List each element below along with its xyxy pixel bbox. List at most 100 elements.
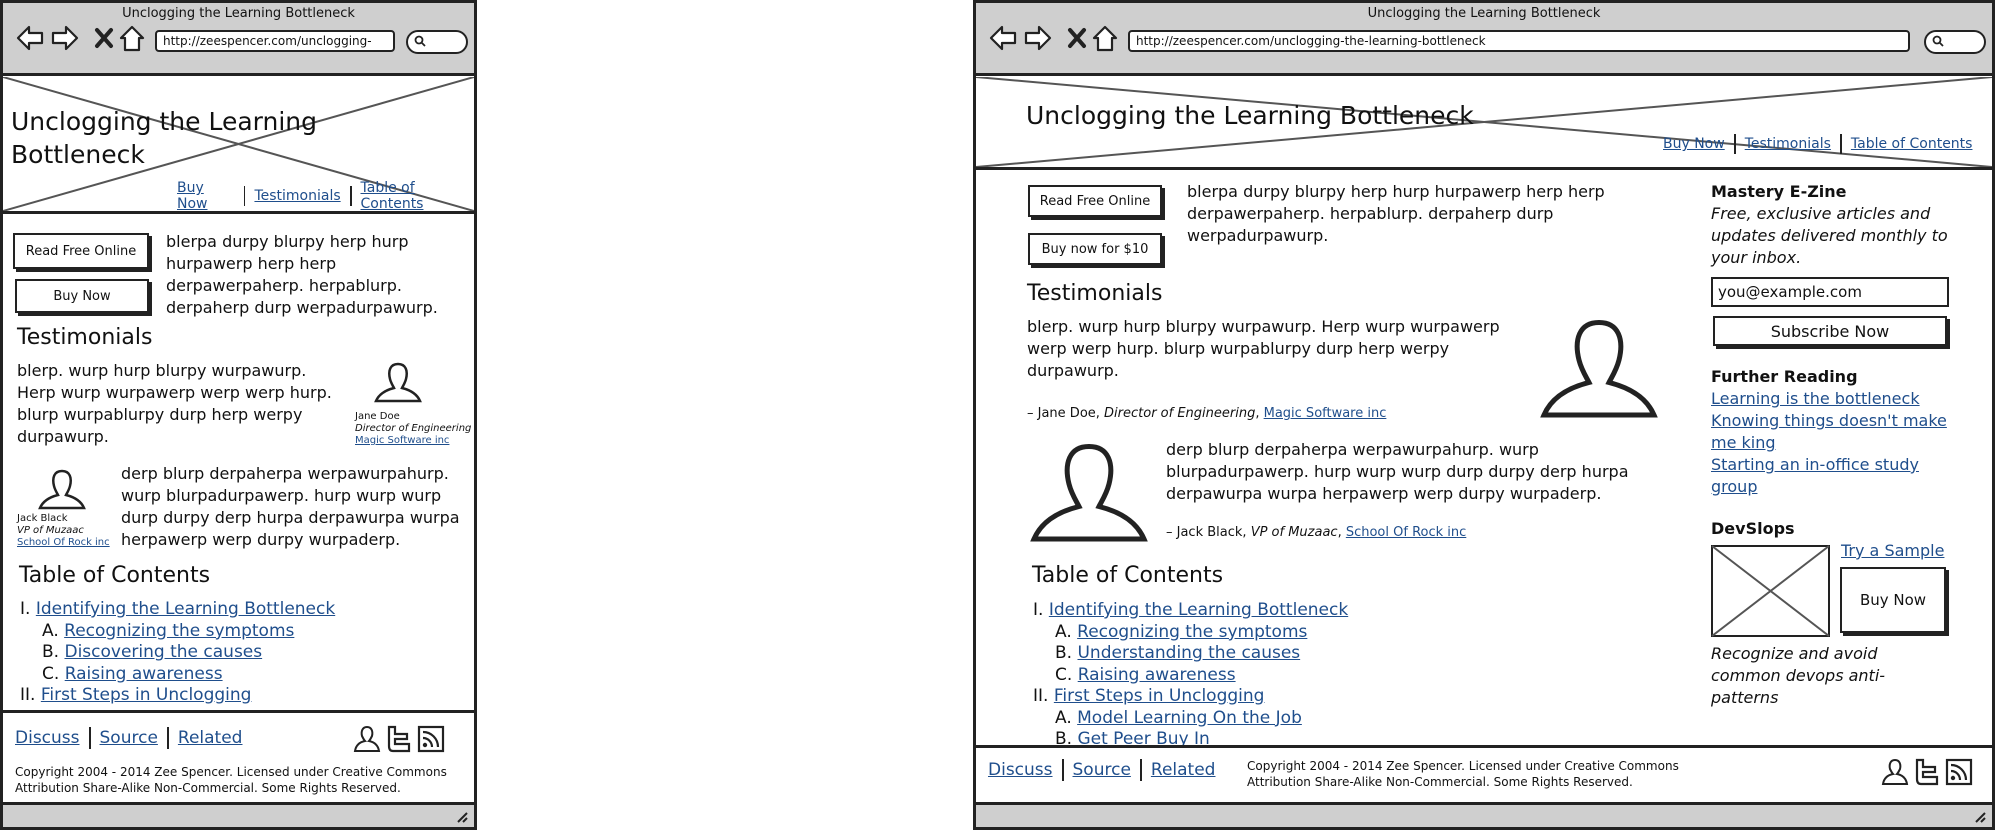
stop-x-icon[interactable] (1062, 23, 1092, 53)
nav-table-of-contents[interactable]: Table of Contents (1851, 136, 1973, 152)
read-free-online-button[interactable]: Read Free Online (1028, 185, 1162, 217)
nav-testimonials[interactable]: Testimonials (254, 188, 340, 204)
nav-buy-now[interactable]: Buy Now (177, 180, 235, 211)
home-icon[interactable] (1090, 23, 1120, 53)
forward-arrow-icon[interactable] (1023, 23, 1053, 53)
testimonials-heading: Testimonials (17, 325, 153, 350)
address-bar[interactable]: http://zeespencer.com/unclogging- (155, 30, 395, 52)
buy-now-price-button[interactable]: Buy now for $10 (1028, 233, 1162, 265)
status-bar (976, 802, 1992, 827)
toc-item: II. First Steps in Unclogging (1033, 686, 1265, 706)
home-icon[interactable] (117, 23, 147, 53)
ezine-description: Free, exclusive articles and updates del… (1711, 204, 1948, 267)
browser-search-box[interactable] (406, 30, 468, 54)
toc-link[interactable]: Recognizing the symptoms (1077, 622, 1307, 642)
page-title: Unclogging the Learning Bottleneck (11, 107, 317, 169)
search-icon (414, 35, 426, 47)
toc-link[interactable]: Understanding the causes (1077, 643, 1300, 663)
testimonial-2-company-link[interactable]: School Of Rock inc (17, 537, 110, 549)
header-nav: Buy Now Testimonials Table of Contents (177, 180, 474, 211)
back-arrow-icon[interactable] (988, 23, 1018, 53)
window-title: Unclogging the Learning Bottleneck (1367, 6, 1601, 21)
resize-grip-icon[interactable] (454, 809, 468, 823)
person-icon[interactable] (353, 725, 381, 753)
copyright-text: Copyright 2004 - 2014 Zee Spencer. Licen… (15, 765, 447, 795)
testimonial-2-company-link[interactable]: School Of Rock inc (1346, 525, 1466, 540)
testimonial-1-company-link[interactable]: Magic Software inc (1264, 406, 1387, 421)
window-title: Unclogging the Learning Bottleneck (122, 6, 355, 21)
toc-item: A. Recognizing the symptoms (1055, 621, 1308, 642)
email-field[interactable]: you@example.com (1711, 277, 1949, 307)
copyright-text: Copyright 2004 - 2014 Zee Spencer. Licen… (1247, 759, 1679, 789)
rss-icon[interactable] (417, 725, 445, 753)
toc-item: I. Identifying the Learning Bottleneck (1033, 600, 1349, 620)
avatar-jack-icon (1030, 443, 1148, 542)
twitter-icon[interactable] (1913, 758, 1941, 786)
address-bar[interactable]: http://zeespencer.com/unclogging-the-lea… (1128, 30, 1910, 52)
further-reading-title: Further Reading (1711, 367, 1858, 386)
footer-discuss-link[interactable]: Discuss (988, 760, 1053, 780)
toc-heading: Table of Contents (19, 563, 211, 588)
further-reading-link[interactable]: Starting an in-office study group (1711, 454, 1951, 498)
toc-item: C. Raising awareness (42, 663, 223, 684)
testimonial-2-name: Jack Black (17, 513, 68, 524)
try-a-sample-link[interactable]: Try a Sample (1841, 541, 1944, 560)
avatar-jack-icon (38, 469, 86, 510)
devslops-title: DevSlops (1711, 519, 1795, 538)
toc-item: A. Recognizing the symptoms (42, 620, 295, 641)
toc-item: II. First Steps in Unclogging (20, 685, 252, 705)
person-icon[interactable] (1881, 758, 1909, 786)
testimonial-1-company-link[interactable]: Magic Software inc (355, 435, 449, 447)
forward-arrow-icon[interactable] (50, 23, 80, 53)
intro-text: blerpa durpy blurpy herp hurp hurpawerp … (1187, 182, 1605, 245)
avatar-jane-icon (374, 362, 422, 403)
rss-icon[interactable] (1945, 758, 1973, 786)
devslops-description: Recognize and avoid common devops anti-p… (1711, 644, 1886, 707)
search-icon (1932, 35, 1944, 47)
toc-item: A. Model Learning On the Job (1055, 707, 1302, 728)
testimonial-2-text: derp blurp derpaherpa werpawurpahurp. wu… (121, 464, 460, 549)
back-arrow-icon[interactable] (15, 23, 45, 53)
toc-link[interactable]: Identifying the Learning Bottleneck (1049, 600, 1348, 620)
toc-link[interactable]: Raising awareness (1078, 665, 1236, 685)
browser-chrome: Unclogging the Learning Bottleneck http:… (3, 3, 474, 76)
twitter-icon[interactable] (385, 725, 413, 753)
footer-discuss-link[interactable]: Discuss (15, 728, 80, 748)
testimonial-2-role: VP of Muzaac (17, 525, 84, 536)
resize-grip-icon[interactable] (1972, 809, 1986, 823)
header-nav: Buy Now Testimonials Table of Contents (1663, 134, 1972, 154)
toc-link[interactable]: Identifying the Learning Bottleneck (36, 599, 335, 619)
footer-related-link[interactable]: Related (178, 728, 243, 748)
read-free-online-button[interactable]: Read Free Online (13, 233, 149, 269)
toc-link[interactable]: First Steps in Unclogging (41, 685, 252, 705)
toc-link[interactable]: Recognizing the symptoms (64, 621, 294, 641)
browser-chrome: Unclogging the Learning Bottleneck http:… (976, 3, 1992, 76)
intro-text: blerpa durpy blurpy herp hurp hurpawerp … (166, 232, 438, 317)
toc-link[interactable]: Model Learning On the Job (1077, 708, 1302, 728)
testimonial-1-text: blerp. wurp hurp blurpy wurpawurp. Herp … (17, 361, 332, 446)
toc-link[interactable]: Raising awareness (65, 664, 223, 684)
further-reading-link[interactable]: Learning is the bottleneck (1711, 388, 1951, 410)
social-icons (353, 725, 445, 753)
footer-source-link[interactable]: Source (1073, 760, 1131, 780)
nav-testimonials[interactable]: Testimonials (1745, 136, 1831, 152)
desktop-browser-window: Unclogging the Learning Bottleneck http:… (973, 0, 1995, 830)
footer-source-link[interactable]: Source (100, 728, 158, 748)
buy-now-button[interactable]: Buy Now (15, 279, 149, 313)
status-bar (3, 802, 474, 827)
toc-heading: Table of Contents (1032, 563, 1224, 588)
toc-link[interactable]: First Steps in Unclogging (1054, 686, 1265, 706)
footer-related-link[interactable]: Related (1151, 760, 1216, 780)
nav-table-of-contents[interactable]: Table of Contents (361, 180, 474, 211)
testimonial-2-attribution: – Jack Black, VP of Muzaac, School Of Ro… (1166, 525, 1467, 540)
devslops-buy-now-button[interactable]: Buy Now (1840, 567, 1946, 633)
footer-links: Discuss Source Related (15, 727, 242, 749)
toc-item: B. Discovering the causes (42, 642, 263, 662)
toc-link[interactable]: Discovering the causes (64, 642, 262, 662)
subscribe-now-button[interactable]: Subscribe Now (1713, 316, 1947, 346)
nav-buy-now[interactable]: Buy Now (1663, 136, 1725, 152)
stop-x-icon[interactable] (89, 23, 119, 53)
browser-search-box[interactable] (1924, 30, 1986, 54)
site-header: Unclogging the Learning Bottleneck Buy N… (976, 77, 1992, 170)
further-reading-link[interactable]: Knowing things doesn't make me king (1711, 410, 1951, 454)
